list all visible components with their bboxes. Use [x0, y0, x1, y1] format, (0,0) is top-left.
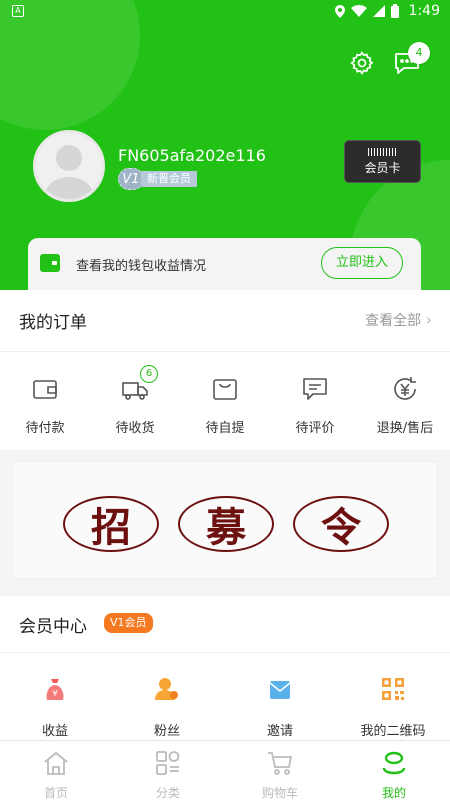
- settings-button[interactable]: [349, 50, 375, 76]
- tab-category[interactable]: 分类: [112, 749, 224, 800]
- profile-screen: A 1:49 4 FN605afa202e116 V1 新晋会员 会员卡 查看我…: [0, 0, 450, 800]
- divider: [0, 652, 450, 653]
- wifi-icon: [350, 5, 367, 17]
- svg-text:¥: ¥: [52, 689, 57, 698]
- location-icon: [334, 4, 345, 18]
- view-all-label: 查看全部: [365, 313, 422, 329]
- member-card-button[interactable]: 会员卡: [344, 140, 421, 183]
- member-center-title: 会员中心: [19, 617, 87, 637]
- order-refund-aftersales[interactable]: 退换/售后: [360, 375, 450, 445]
- money-bag-icon: ¥: [46, 679, 64, 700]
- order-self-pickup[interactable]: 待自提: [180, 375, 270, 445]
- cart-icon: [268, 752, 293, 775]
- level-name: 新晋会员: [141, 171, 197, 187]
- tab-label: 我的: [381, 786, 406, 800]
- tab-label: 首页: [43, 786, 68, 800]
- banner-seal: 令: [293, 496, 389, 552]
- profile-header: A 1:49 4 FN605afa202e116 V1 新晋会员 会员卡 查看我…: [0, 0, 450, 290]
- banner-seal: 募: [178, 496, 274, 552]
- member-item-label: 邀请: [266, 724, 293, 739]
- wallet-icon: [40, 254, 60, 272]
- recruitment-banner[interactable]: 招 募 令: [12, 461, 438, 579]
- battery-icon: [390, 4, 399, 18]
- chevron-right-icon: ›: [425, 310, 432, 329]
- order-count-badge: 6: [140, 365, 158, 383]
- member-qr-code[interactable]: 我的二维码: [338, 676, 448, 739]
- comment-icon: [303, 378, 327, 400]
- tab-label: 分类: [155, 786, 180, 800]
- wallet-bar: 查看我的钱包收益情况 立即进入: [28, 238, 421, 290]
- gear-icon: [350, 51, 374, 75]
- home-icon: [44, 751, 68, 775]
- member-center-section: 会员中心 V1会员 ¥ 收益 粉丝 邀请 我的二维码: [0, 596, 450, 746]
- member-fans[interactable]: 粉丝: [112, 676, 222, 739]
- member-item-label: 收益: [41, 724, 68, 739]
- refund-icon: [394, 377, 416, 400]
- clock: 1:49: [408, 3, 440, 19]
- bottom-tab-bar: 首页 分类 购物车 我的: [0, 740, 450, 800]
- member-level-badge: V1会员: [104, 613, 153, 633]
- orders-title: 我的订单: [19, 313, 87, 333]
- barcode-icon: [367, 148, 398, 156]
- wallet-text: 查看我的钱包收益情况: [76, 259, 207, 274]
- divider: [0, 351, 450, 352]
- category-icon: [156, 751, 180, 775]
- view-all-orders-link[interactable]: 查看全部 ›: [365, 310, 432, 330]
- shopping-bag-icon: [213, 379, 237, 400]
- profile-icon: [382, 751, 406, 775]
- default-avatar-icon: [45, 145, 93, 199]
- tab-cart[interactable]: 购物车: [224, 749, 336, 800]
- tab-home[interactable]: 首页: [0, 749, 112, 800]
- banner-seal: 招: [63, 496, 159, 552]
- my-orders-section: 我的订单 查看全部 › 待付款 6 待收货 待自提 待评价 退换/售后: [0, 290, 450, 450]
- banner-seal-char: 招: [91, 504, 131, 551]
- message-count-badge: 4: [408, 42, 430, 64]
- notification-icon: A: [12, 5, 24, 17]
- tab-label: 购物车: [261, 786, 298, 800]
- order-label: 待付款: [25, 421, 65, 436]
- order-label: 待自提: [205, 421, 245, 436]
- order-pending-receipt[interactable]: 6 待收货: [90, 365, 180, 445]
- member-invite[interactable]: 邀请: [225, 676, 335, 739]
- avatar[interactable]: [33, 130, 105, 202]
- banner-seal-char: 募: [206, 504, 246, 551]
- member-earnings[interactable]: ¥ 收益: [0, 676, 110, 739]
- invite-icon: [269, 681, 291, 699]
- order-pending-payment[interactable]: 待付款: [0, 375, 90, 445]
- fans-icon: [155, 678, 178, 700]
- member-item-label: 粉丝: [153, 724, 180, 739]
- enter-wallet-button[interactable]: 立即进入: [321, 247, 403, 279]
- wallet-icon: [33, 380, 57, 399]
- member-level-tag: V1 新晋会员: [118, 168, 197, 190]
- username: FN605afa202e116: [118, 146, 266, 165]
- order-pending-review[interactable]: 待评价: [270, 375, 360, 445]
- order-label: 待收货: [115, 421, 155, 436]
- status-icons: 1:49: [334, 3, 440, 19]
- member-item-label: 我的二维码: [360, 724, 426, 739]
- status-bar: A 1:49: [0, 0, 450, 24]
- banner-seal-char: 令: [321, 504, 361, 551]
- signal-icon: [372, 5, 385, 17]
- tab-profile[interactable]: 我的: [338, 749, 450, 800]
- order-label: 待评价: [295, 421, 335, 436]
- qr-code-icon: [382, 678, 404, 700]
- member-card-label: 会员卡: [364, 161, 401, 175]
- order-label: 退换/售后: [376, 421, 434, 436]
